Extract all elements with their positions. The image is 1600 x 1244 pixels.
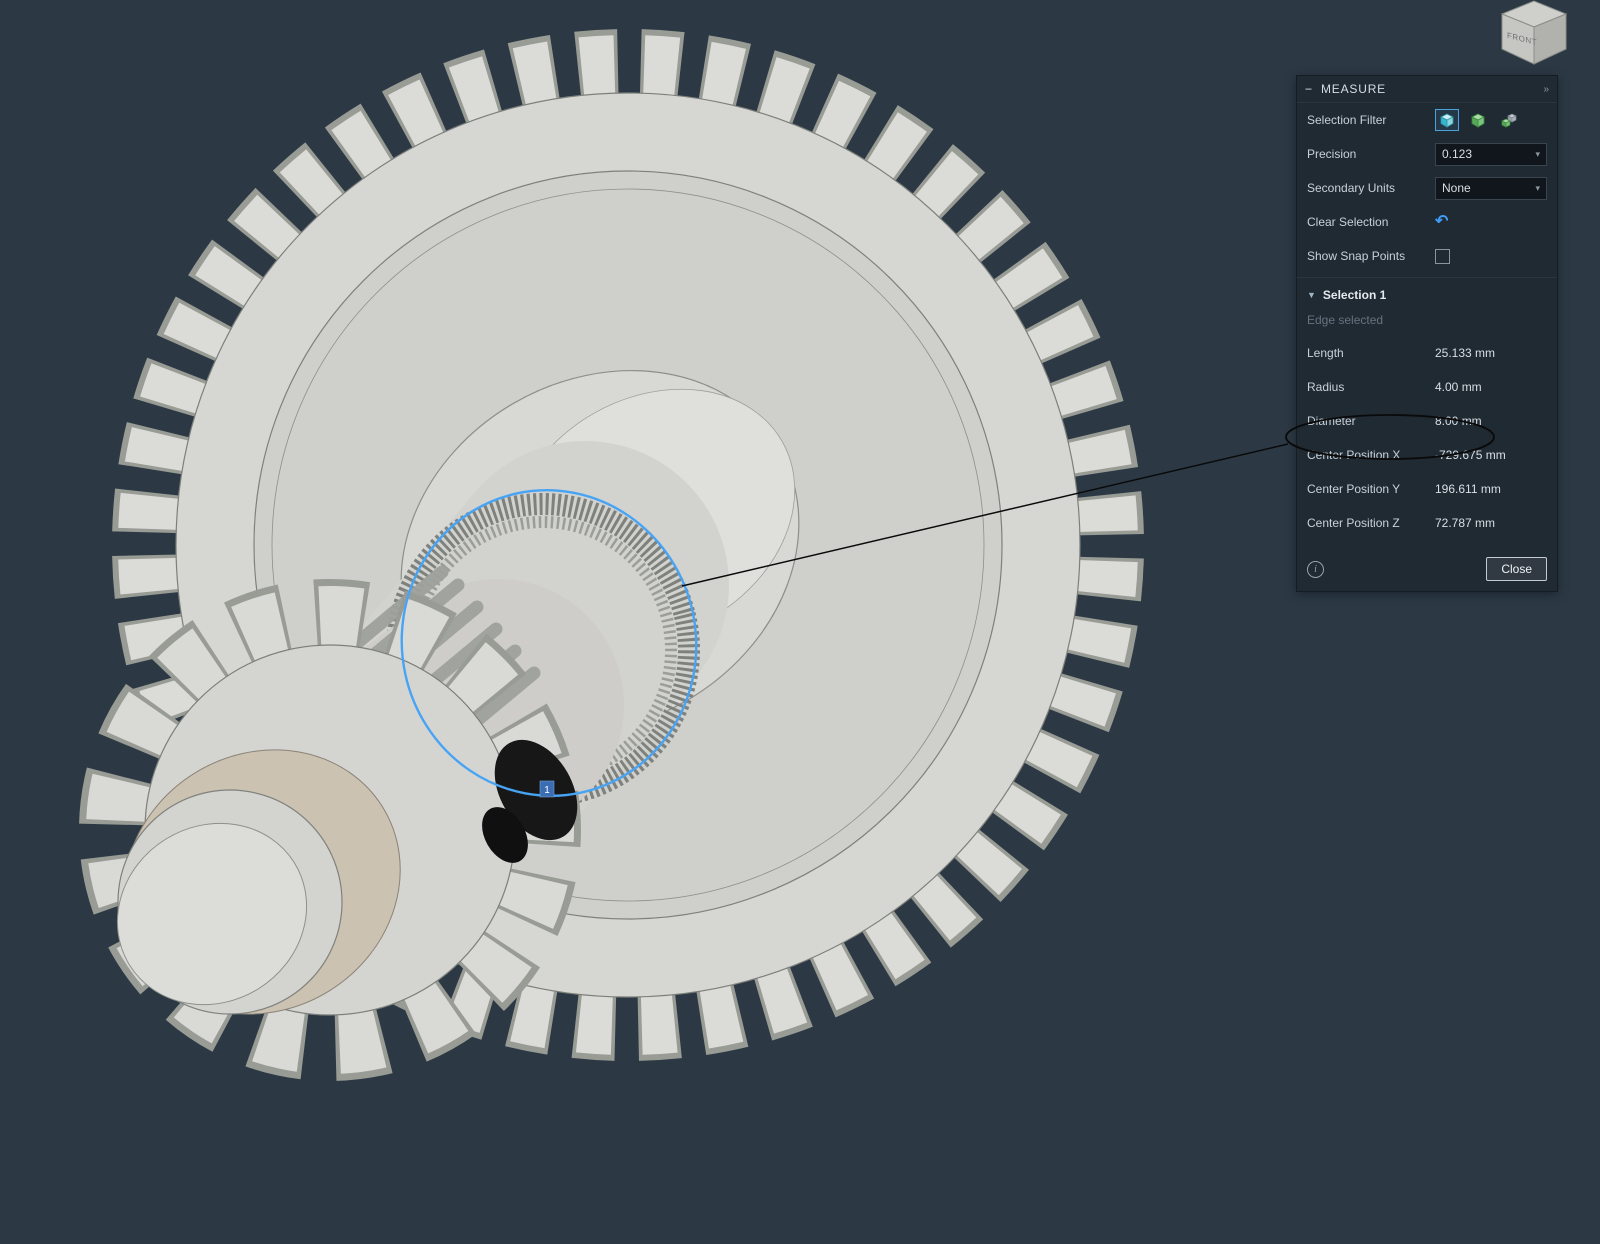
show-snap-points-label: Show Snap Points xyxy=(1307,249,1406,263)
secondary-units-dropdown[interactable]: None ▾ xyxy=(1435,176,1547,200)
close-button[interactable]: Close xyxy=(1486,557,1547,581)
undo-icon[interactable]: ↶ xyxy=(1435,214,1448,230)
measurement-value: 72.787 mm xyxy=(1435,516,1496,530)
panel-title: MEASURE xyxy=(1321,82,1386,96)
precision-label: Precision xyxy=(1307,147,1357,161)
measurement-label: Length xyxy=(1307,346,1344,360)
secondary-units-label: Secondary Units xyxy=(1307,181,1396,195)
svg-text:1: 1 xyxy=(544,785,550,796)
clear-selection-row: Clear Selection ↶ xyxy=(1297,205,1557,239)
measurement-value: 8.00 mm xyxy=(1435,414,1482,428)
measurement-row-center-y: Center Position Y 196.611 mm xyxy=(1297,472,1557,506)
collapse-panel-icon[interactable]: − xyxy=(1305,82,1312,96)
component-filter-button[interactable] xyxy=(1497,109,1521,131)
section-expand-triangle-icon[interactable]: ▼ xyxy=(1307,290,1316,300)
measurement-value: 25.133 mm xyxy=(1435,346,1496,360)
secondary-units-value: None xyxy=(1442,181,1471,195)
body-filter-icon xyxy=(1471,113,1485,128)
selection-filter-label: Selection Filter xyxy=(1307,113,1387,127)
body-filter-button[interactable] xyxy=(1466,109,1490,131)
chevron-down-icon: ▾ xyxy=(1535,182,1540,193)
selection-badge: 1 xyxy=(539,780,555,798)
component-filter-icon xyxy=(1501,113,1517,128)
selection-subtitle: Edge selected xyxy=(1307,313,1384,327)
precision-value: 0.123 xyxy=(1442,147,1473,161)
precision-row: Precision 0.123 ▾ xyxy=(1297,137,1557,171)
precision-dropdown[interactable]: 0.123 ▾ xyxy=(1435,142,1547,166)
selection-section-header[interactable]: ▼ Selection 1 xyxy=(1297,282,1557,308)
dock-panel-icon[interactable]: » xyxy=(1543,84,1549,95)
measurement-row-diameter: Diameter 8.00 mm xyxy=(1297,404,1557,438)
measurement-label: Diameter xyxy=(1307,414,1356,428)
chevron-down-icon: ▾ xyxy=(1535,148,1540,159)
measurement-value: -729.675 mm xyxy=(1435,448,1506,462)
measurement-value: 196.611 mm xyxy=(1435,482,1501,496)
measurement-row-length: Length 25.133 mm xyxy=(1297,336,1557,370)
measurement-row-radius: Radius 4.00 mm xyxy=(1297,370,1557,404)
info-icon[interactable]: i xyxy=(1307,560,1324,578)
show-snap-points-row: Show Snap Points xyxy=(1297,239,1557,273)
view-cube[interactable]: FRONT xyxy=(1492,0,1578,68)
measurement-row-center-z: Center Position Z 72.787 mm xyxy=(1297,506,1557,540)
measure-panel-header: − MEASURE » xyxy=(1297,76,1557,103)
measurement-label: Center Position X xyxy=(1307,448,1401,462)
secondary-units-row: Secondary Units None ▾ xyxy=(1297,171,1557,205)
clear-selection-label: Clear Selection xyxy=(1307,215,1389,229)
selection-section-title: Selection 1 xyxy=(1322,288,1387,302)
measurement-value: 4.00 mm xyxy=(1435,380,1482,394)
face-filter-button[interactable] xyxy=(1435,109,1459,131)
measurement-label: Center Position Y xyxy=(1307,482,1401,496)
selection-filter-row: Selection Filter xyxy=(1297,103,1557,137)
measurement-row-center-x: Center Position X -729.675 mm xyxy=(1297,438,1557,472)
measurement-label: Center Position Z xyxy=(1307,516,1400,530)
measure-panel: − MEASURE » Selection Filter Precision 0… xyxy=(1296,75,1558,592)
panel-footer: i Close xyxy=(1297,549,1557,591)
measurement-label: Radius xyxy=(1307,380,1345,394)
panel-divider xyxy=(1297,277,1557,278)
show-snap-points-checkbox[interactable] xyxy=(1435,248,1450,264)
face-filter-icon xyxy=(1440,113,1454,128)
